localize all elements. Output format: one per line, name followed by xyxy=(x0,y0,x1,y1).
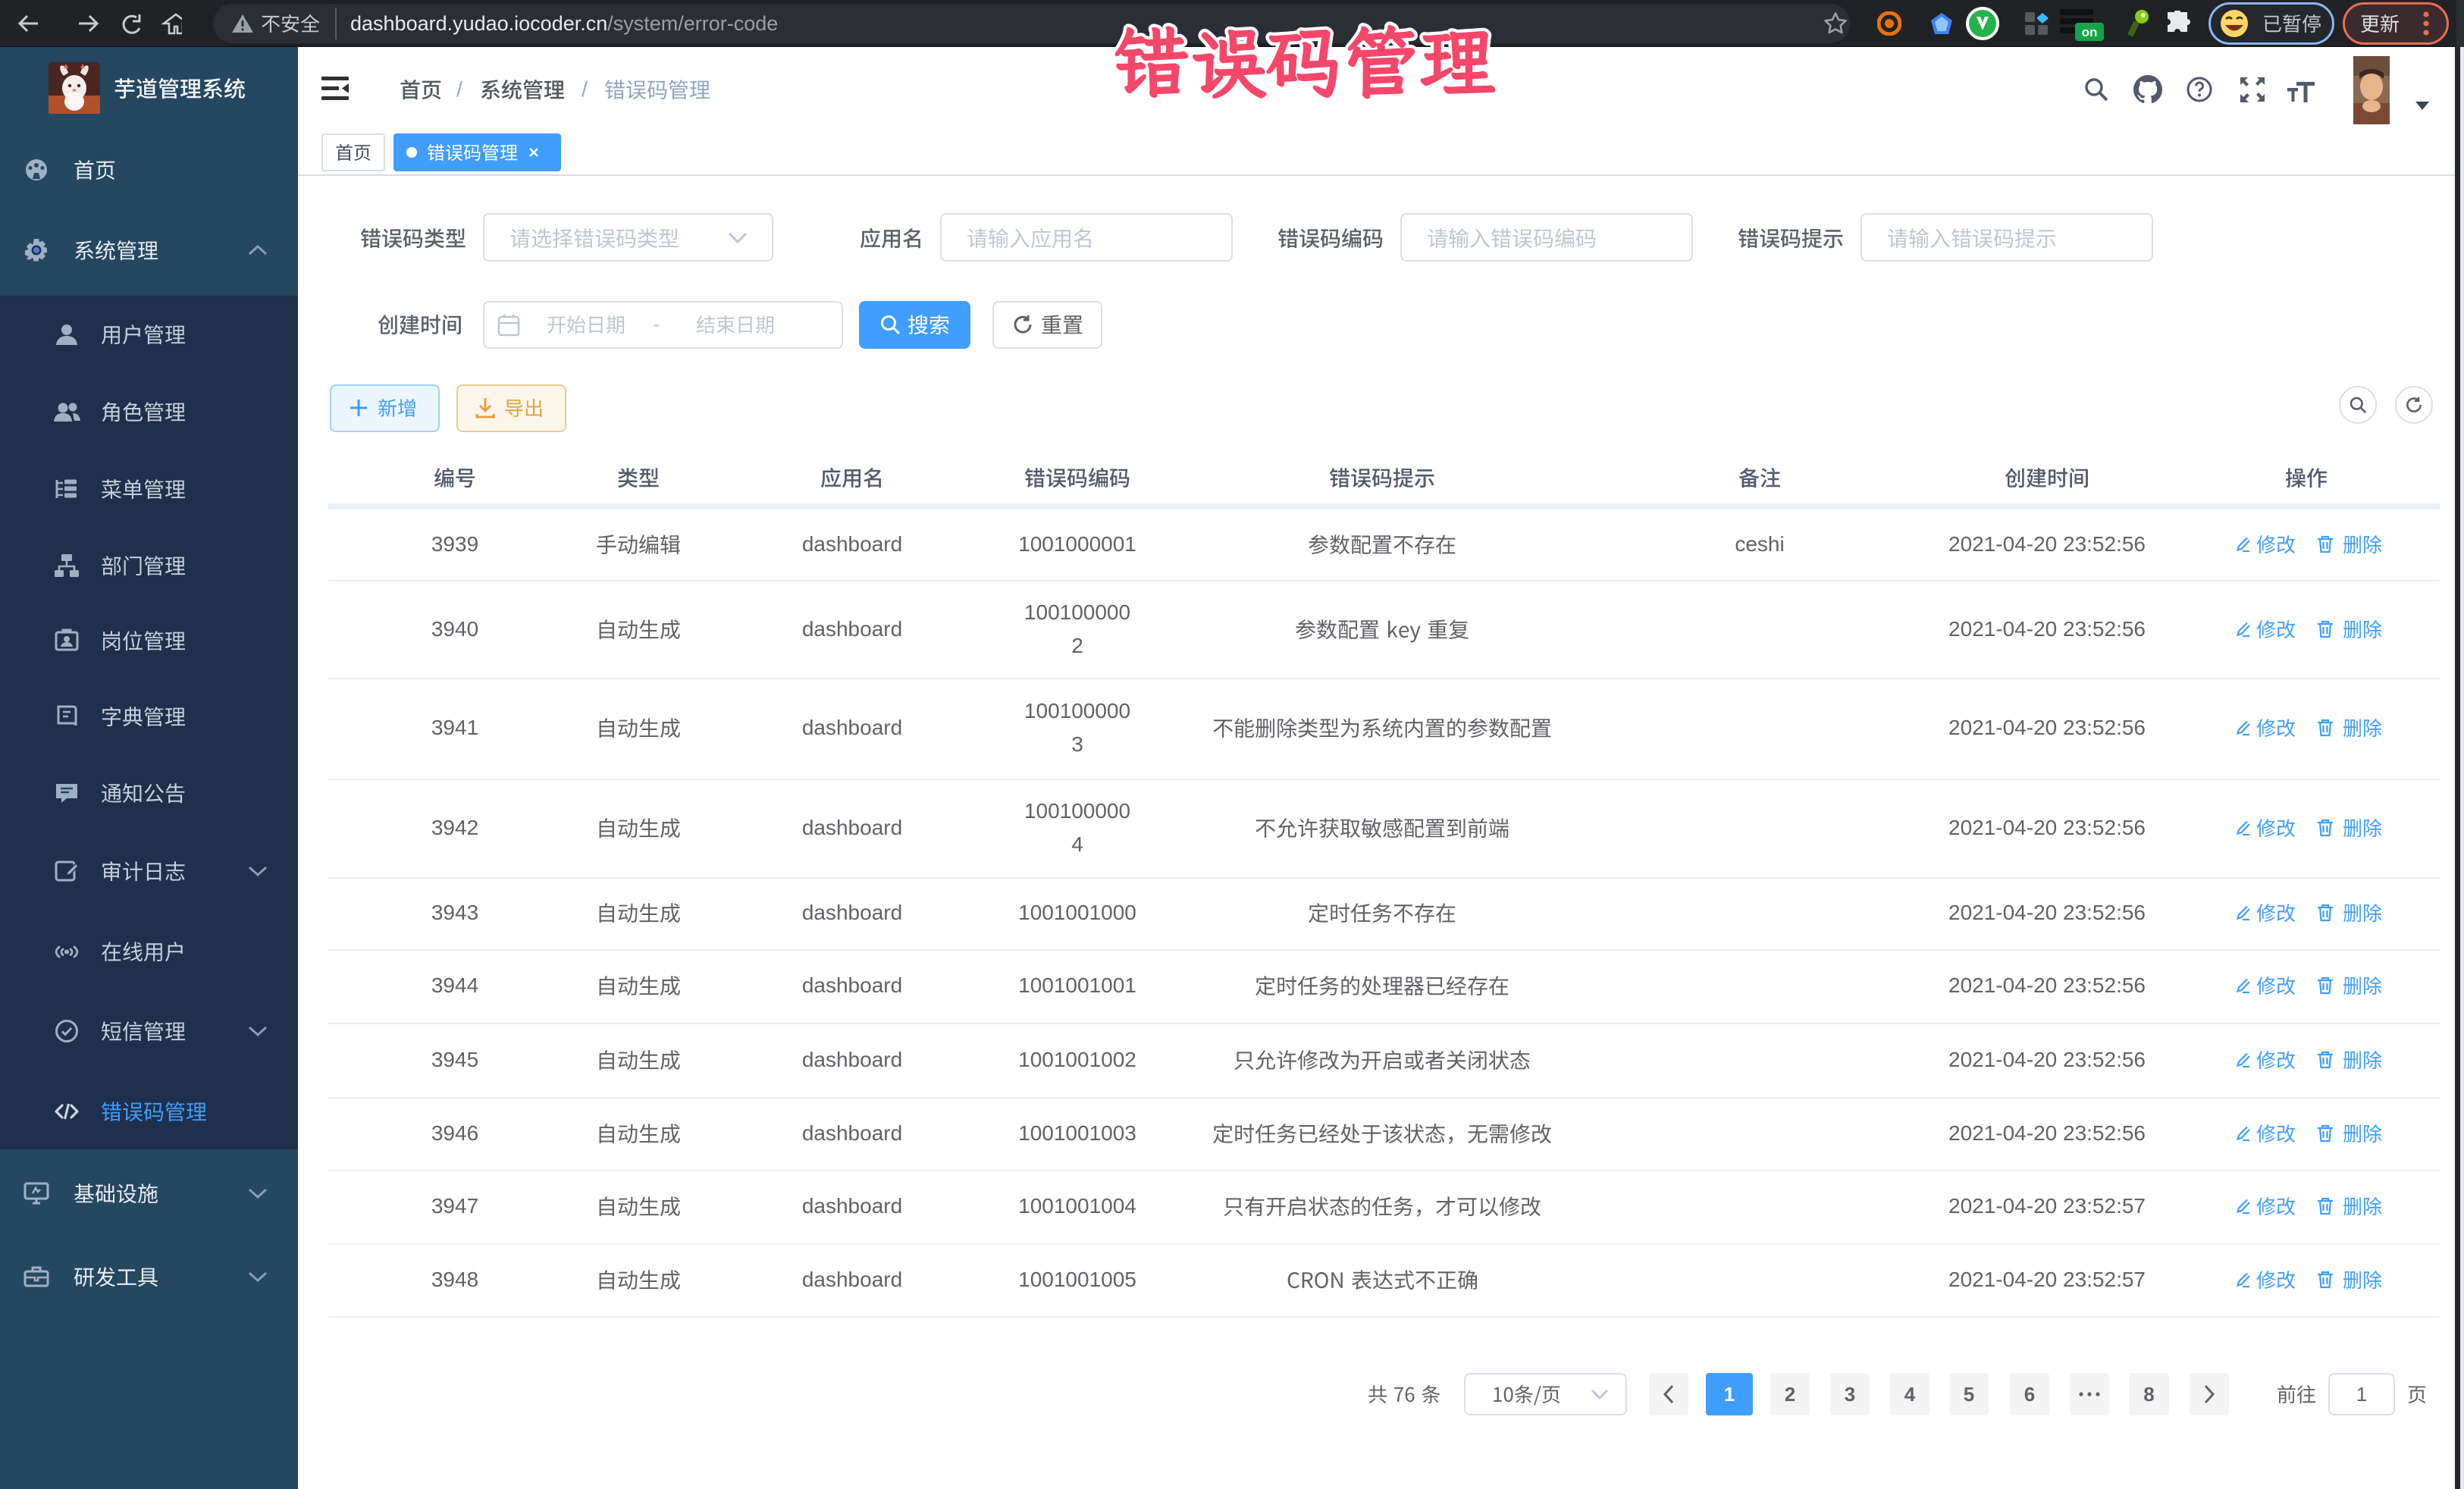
svg-text:on: on xyxy=(2082,25,2098,39)
